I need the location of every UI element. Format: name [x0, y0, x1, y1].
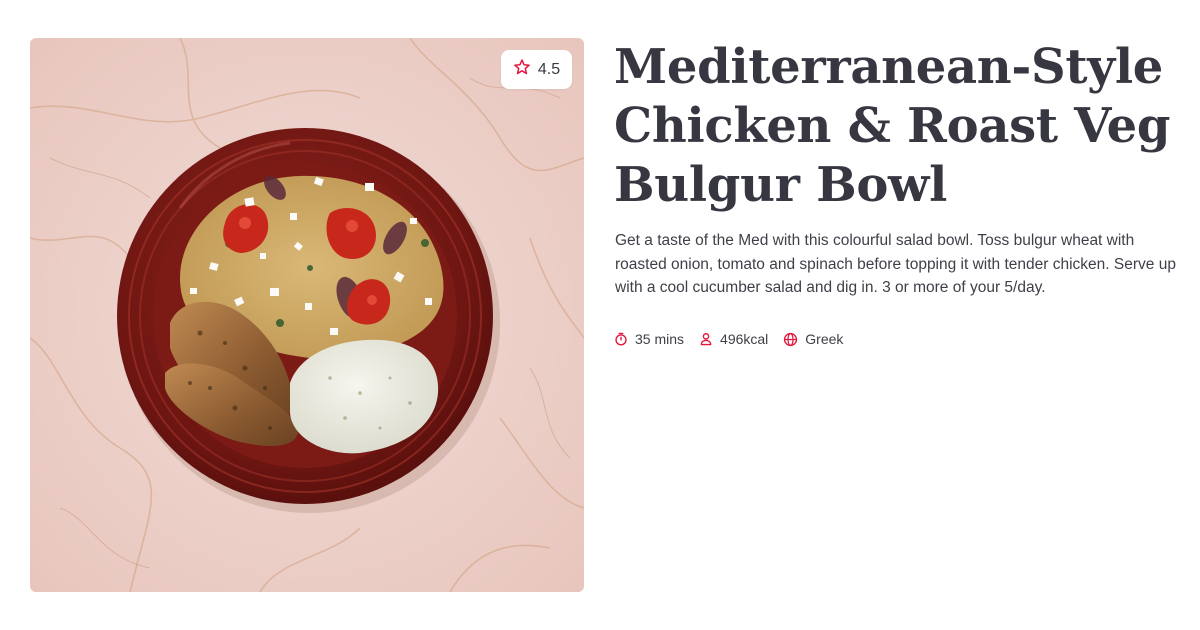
- meta-cuisine: Greek: [783, 331, 843, 347]
- meta-cuisine-text: Greek: [805, 331, 844, 347]
- globe-icon: [783, 332, 798, 347]
- meta-calories: 496kcal: [699, 331, 768, 347]
- rating-badge: 4.5: [501, 50, 572, 89]
- rating-value: 4.5: [537, 60, 561, 78]
- recipe-image: [30, 38, 584, 592]
- stopwatch-icon: [614, 332, 628, 346]
- star-icon: [513, 58, 531, 81]
- meta-time-text: 35 mins: [635, 331, 685, 347]
- person-icon: [699, 332, 713, 346]
- meta-calories-text: 496kcal: [720, 331, 769, 347]
- recipe-meta: 35 mins 496kcal Greek: [614, 331, 858, 347]
- recipe-description: Get a taste of the Med with this colourf…: [615, 232, 1176, 296]
- meta-time: 35 mins: [614, 331, 684, 347]
- recipe-title: Mediterranean-Style Chicken & Roast Veg …: [614, 39, 1171, 213]
